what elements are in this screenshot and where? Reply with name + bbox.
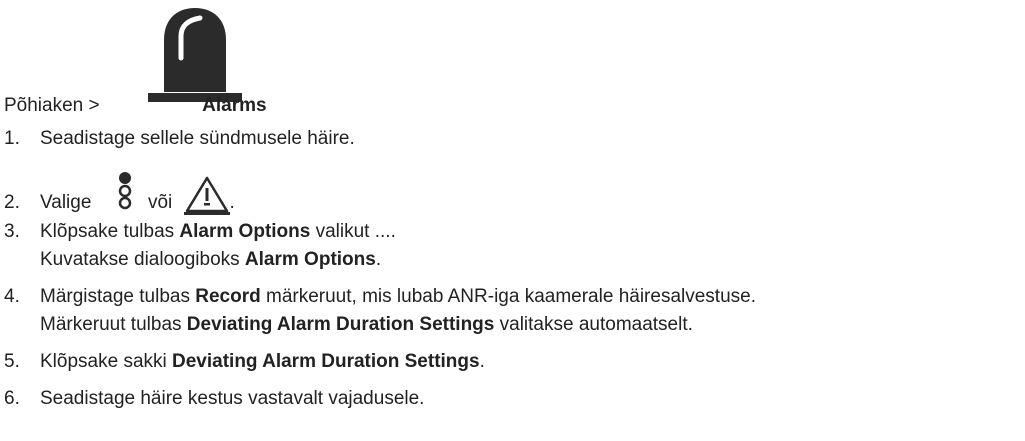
breadcrumb: Põhiaken > Alarms xyxy=(4,94,267,118)
warning-triangle-icon xyxy=(183,176,230,215)
list-item: 3. Klõpsake tulbas Alarm Options valikut … xyxy=(4,221,396,242)
stacked-circles-icon xyxy=(118,172,131,210)
list-item: 4. Märgistage tulbas Record märkeruut, mi… xyxy=(4,286,756,307)
list-item: 2. Valige või . xyxy=(4,171,235,215)
list-item: 1. Seadistage sellele sündmusele häire. xyxy=(4,128,355,149)
breadcrumb-target: Alarms xyxy=(202,95,267,116)
list-item: 5. Klõpsake sakki Deviating Alarm Duratio… xyxy=(4,351,485,372)
breadcrumb-prefix: Põhiaken > xyxy=(4,95,100,116)
list-item: 6. Seadistage häire kestus vastavalt vaja… xyxy=(4,388,425,409)
list-item-continuation: Kuvatakse dialoogiboks Alarm Options. xyxy=(40,249,382,270)
document-page: { "breadcrumb": { "prefix": "Põhiaken >"… xyxy=(0,0,1025,441)
list-item-continuation: Märkeruut tulbas Deviating Alarm Duratio… xyxy=(40,314,693,335)
